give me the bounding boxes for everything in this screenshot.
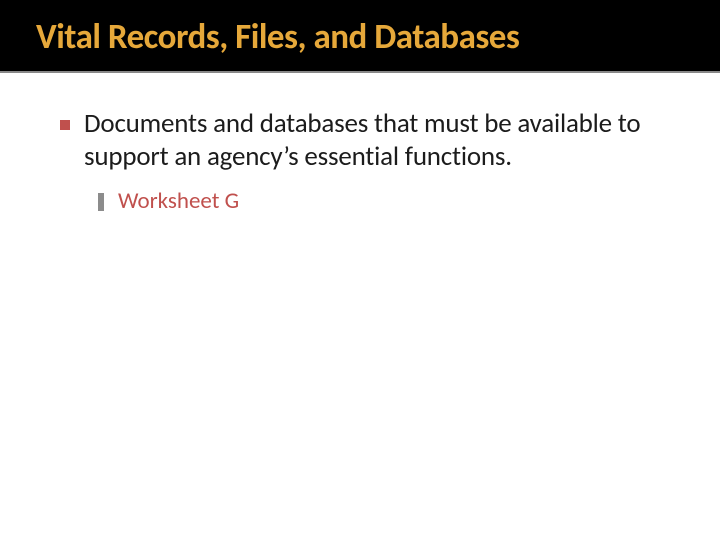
sub-bullet-item: Worksheet G	[98, 188, 660, 216]
bar-bullet-icon	[98, 193, 104, 211]
bullet-text: Documents and databases that must be ava…	[84, 107, 660, 175]
slide: Vital Records, Files, and Databases Docu…	[0, 0, 720, 540]
slide-title: Vital Records, Files, and Databases	[0, 18, 720, 57]
title-band: Vital Records, Files, and Databases	[0, 0, 720, 73]
sub-bullet-text: Worksheet G	[118, 188, 660, 216]
slide-body: Documents and databases that must be ava…	[0, 73, 720, 216]
bullet-item: Documents and databases that must be ava…	[60, 107, 660, 175]
square-bullet-icon	[60, 120, 70, 130]
